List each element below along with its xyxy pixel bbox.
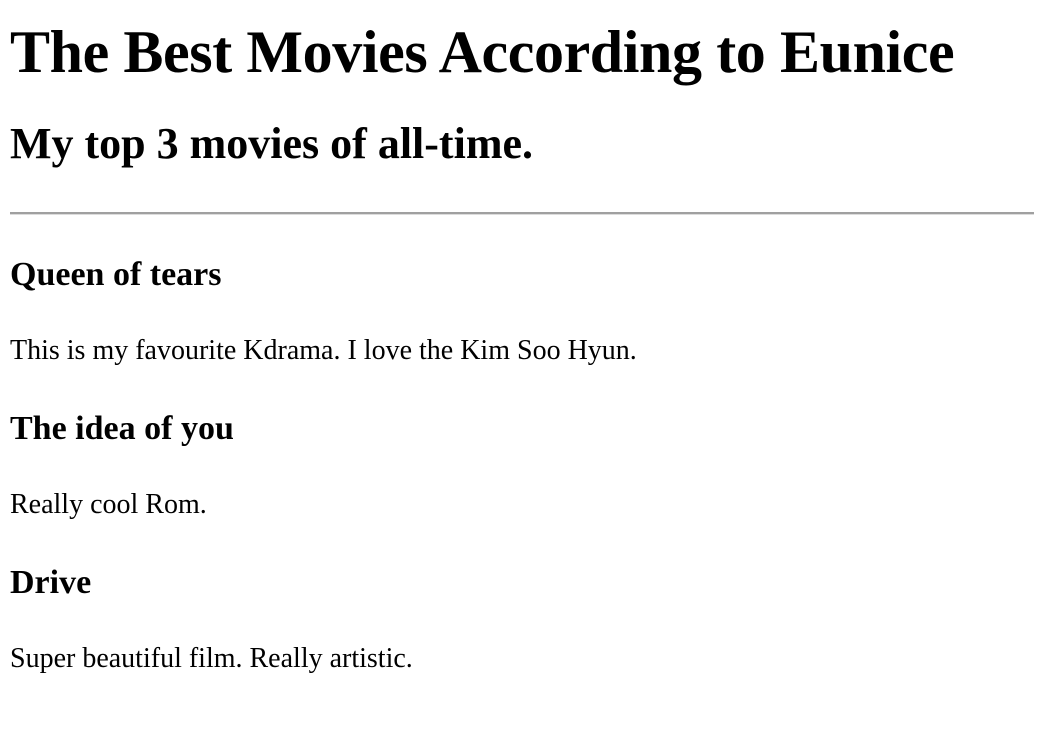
movie-title: Drive xyxy=(10,564,92,601)
movie-list: Queen of tears This is my favourite Kdra… xyxy=(10,253,1034,677)
movie-item: Drive Super beautiful film. Really artis… xyxy=(10,561,1034,677)
movie-description: Really cool Rom. xyxy=(10,489,207,520)
movie-item: Queen of tears This is my favourite Kdra… xyxy=(10,253,1034,369)
page-title: The Best Movies According to Eunice xyxy=(10,19,955,85)
page-subtitle: My top 3 movies of all-time. xyxy=(10,119,533,168)
movie-item: The idea of you Really cool Rom. xyxy=(10,407,1034,523)
movie-description: Super beautiful film. Really artistic. xyxy=(10,643,413,674)
movie-description: This is my favourite Kdrama. I love the … xyxy=(10,335,637,366)
page-container: The Best Movies According to Eunice My t… xyxy=(0,14,1044,677)
movie-title: The idea of you xyxy=(10,410,234,447)
divider xyxy=(10,212,1034,215)
movie-title: Queen of tears xyxy=(10,256,222,293)
